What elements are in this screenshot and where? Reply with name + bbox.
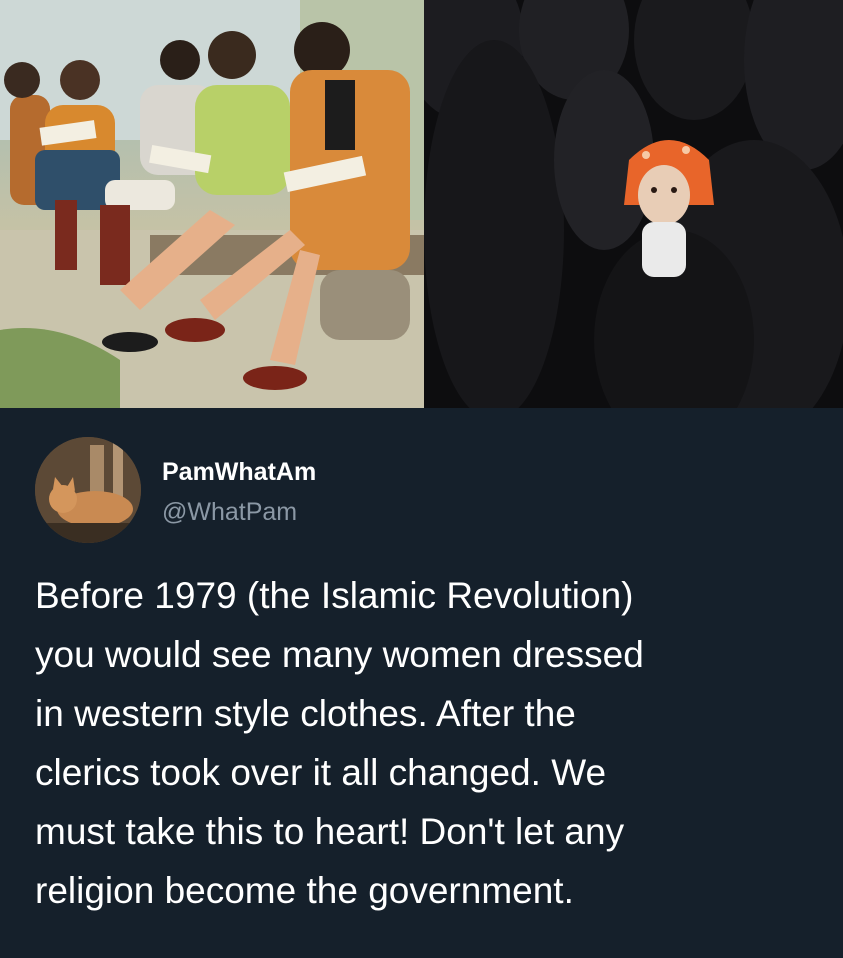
display-name[interactable]: PamWhatAm — [162, 458, 316, 487]
avatar[interactable] — [35, 437, 141, 543]
tweet-text: Before 1979 (the Islamic Revolution) you… — [35, 575, 644, 911]
photo-women-reading-on-bench[interactable] — [0, 0, 424, 408]
tweet-media — [0, 0, 843, 408]
women-reading-illustration — [0, 0, 424, 408]
user-handle[interactable]: @WhatPam — [162, 498, 297, 527]
veiled-crowd-illustration — [424, 0, 843, 408]
cat-avatar-icon — [35, 437, 141, 543]
photo-child-among-veiled-women[interactable] — [424, 0, 843, 408]
